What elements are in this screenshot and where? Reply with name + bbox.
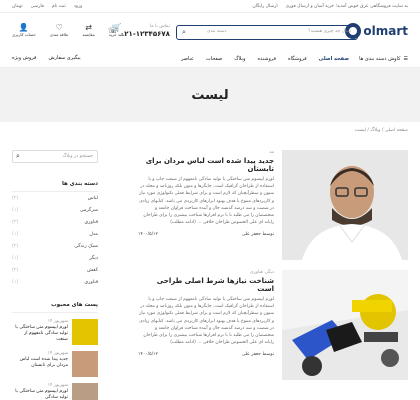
category-item[interactable]: فناوری (۱): [12, 280, 98, 292]
post-excerpt: لورم ایپسوم متن ساختگی با تولید سادگی نا…: [139, 177, 274, 226]
welcome-text: به سایت فروشگاهی عرق خوش آمدید؛ خرید آسا…: [285, 3, 408, 9]
nav-item-shop[interactable]: فروشگاه: [288, 56, 307, 62]
popular-posts: پست های محبوب شهریور ۱۴ لورم ایپسوم متن س…: [12, 302, 98, 400]
post-meta: توسط جعفر علی ۱۴۰۰/۵/۱۲: [138, 232, 274, 237]
blog-sidebar: جستجو در وبلاگ ⌕ دسته بندی ها لباس (۲) سر…: [12, 150, 98, 400]
category-item[interactable]: لباس (۲): [12, 196, 98, 208]
topbar-left: ورود ثبت نام فارسی تومان: [12, 4, 82, 9]
popular-post-thumb[interactable]: [72, 351, 98, 377]
currency-select[interactable]: تومان: [12, 4, 23, 9]
category-item[interactable]: سبک زندگی (۲): [12, 244, 98, 256]
category-item[interactable]: دیگر (۱): [12, 256, 98, 268]
search-icon[interactable]: ⌕: [177, 26, 191, 39]
header-actions: 🛒 سبد خرید ⇄ مقایسه ♡ علاقه مندی 👤 حساب …: [12, 23, 125, 37]
phone-block: تماس با ما ۰۲۱-۱۲۳۴۵۶۷۸: [120, 24, 170, 38]
nav-left: پیگیری سفارش فروش ویژه: [12, 55, 81, 61]
logo-text: olmart: [363, 24, 408, 38]
page-hero: لیست: [0, 68, 420, 122]
phone-label: تماس با ما: [149, 24, 170, 29]
nav-item-home[interactable]: صفحه اصلی: [319, 56, 349, 62]
heart-icon: ♡: [55, 23, 63, 32]
main-nav: ☰ کاوش دسته بندی ها صفحه اصلی فروشگاه فر…: [0, 50, 420, 68]
post-image[interactable]: [282, 270, 408, 380]
post-body: مد جدید پیدا شده است لباس مردان برای تاب…: [138, 150, 274, 237]
post-date: ۱۴۰۰/۵/۱۲: [138, 352, 158, 358]
account-button[interactable]: 👤 حساب کاربری: [12, 23, 36, 37]
order-tracking-link[interactable]: پیگیری سفارش: [48, 55, 80, 61]
page-title: لیست: [191, 87, 229, 103]
breadcrumb[interactable]: صفحه اصلی / وبلاگ / لیست: [355, 128, 408, 133]
tools-image: [282, 270, 408, 380]
nav-items: صفحه اصلی فروشگاه فروشنده وبلاگ صفحات عن…: [181, 56, 349, 62]
nav-item-pages[interactable]: صفحات: [206, 56, 222, 62]
topbar-right: به سایت فروشگاهی عرق خوش آمدید؛ خرید آسا…: [252, 4, 408, 9]
popular-post-item[interactable]: شهریور ۱۴ لورم ایپسوم متن ساختگی با تولید…: [12, 319, 98, 345]
post-author[interactable]: توسط جعفر علی: [242, 232, 274, 237]
post-category[interactable]: مد: [138, 150, 274, 155]
register-link[interactable]: ثبت نام: [52, 4, 66, 9]
blog-search-input[interactable]: جستجو در وبلاگ: [62, 154, 93, 159]
free-shipping-link[interactable]: ارسال رایگان: [252, 4, 277, 9]
search-category-select[interactable]: دسته بندی: [207, 29, 226, 34]
nav-item-elements[interactable]: عناصر: [181, 56, 194, 62]
cart-icon: 🛒: [111, 23, 122, 32]
popular-post-thumb[interactable]: [72, 383, 98, 400]
nav-item-blog[interactable]: وبلاگ: [234, 56, 245, 62]
popular-post-item[interactable]: شهریور ۱۴ جدید پیدا شده است لباس مردان بر…: [12, 351, 98, 377]
language-select[interactable]: فارسی: [31, 4, 44, 9]
popular-post-item[interactable]: شهریور ۱۴ لورم ایپسوم متن ساختگی با تولید…: [12, 383, 98, 400]
categories-list: لباس (۲) سرگرمی (۱) فناوری (۳) مدل (۱) سبک ز…: [12, 196, 98, 292]
cart-button[interactable]: 🛒 سبد خرید: [109, 23, 125, 37]
post-title[interactable]: جدید پیدا شده است لباس مردان برای تابستا…: [138, 157, 274, 173]
site-header: olmart دنبال چه چیزی هستید؟ دسته بندی ⌕ …: [0, 15, 420, 49]
top-bar: به سایت فروشگاهی عرق خوش آمدید؛ خرید آسا…: [0, 0, 420, 13]
man-glasses-image: [282, 150, 408, 260]
category-item[interactable]: سرگرمی (۱): [12, 208, 98, 220]
menu-icon: ☰: [403, 55, 408, 62]
post-image[interactable]: [282, 150, 408, 260]
popular-posts-heading: پست های محبوب: [12, 302, 98, 313]
post-meta: توسط جعفر علی ۱۴۰۰/۵/۱۲: [138, 352, 274, 357]
post-title[interactable]: شناخت نیازها شرط اصلی طراحی است: [138, 277, 274, 293]
blog-post: دیگر، فناوری شناخت نیازها شرط اصلی طراحی…: [138, 270, 408, 382]
popular-post-thumb[interactable]: [72, 319, 98, 345]
browse-categories-button[interactable]: ☰ کاوش دسته بندی ها: [359, 56, 408, 62]
categories-heading: دسته بندی ها: [12, 181, 98, 192]
post-author[interactable]: توسط جعفر علی: [242, 352, 274, 357]
wishlist-button[interactable]: ♡ علاقه مندی: [50, 23, 69, 37]
blog-post: مد جدید پیدا شده است لباس مردان برای تاب…: [138, 150, 408, 260]
post-category[interactable]: دیگر، فناوری: [138, 270, 274, 275]
post-date: ۱۴۰۰/۵/۱۲: [138, 232, 158, 238]
search-bar[interactable]: دنبال چه چیزی هستید؟ دسته بندی ⌕: [176, 25, 358, 40]
category-item[interactable]: مدل (۱): [12, 232, 98, 244]
blog-search[interactable]: جستجو در وبلاگ ⌕: [12, 150, 98, 163]
post-excerpt: لورم ایپسوم متن ساختگی با تولید سادگی نا…: [139, 297, 274, 346]
login-link[interactable]: ورود: [74, 4, 83, 9]
category-item[interactable]: فناوری (۳): [12, 220, 98, 232]
category-item[interactable]: کفش (۲): [12, 268, 98, 280]
special-sale-link[interactable]: فروش ویژه: [12, 55, 36, 61]
nav-item-vendor[interactable]: فروشنده: [257, 56, 276, 62]
post-body: دیگر، فناوری شناخت نیازها شرط اصلی طراحی…: [138, 270, 274, 357]
compare-icon: ⇄: [85, 23, 92, 32]
compare-button[interactable]: ⇄ مقایسه: [83, 23, 95, 37]
search-icon[interactable]: ⌕: [16, 152, 20, 161]
user-icon: 👤: [18, 23, 29, 32]
search-input[interactable]: دنبال چه چیزی هستید؟: [308, 29, 351, 34]
phone-number[interactable]: ۰۲۱-۱۲۳۴۵۶۷۸: [120, 30, 170, 38]
